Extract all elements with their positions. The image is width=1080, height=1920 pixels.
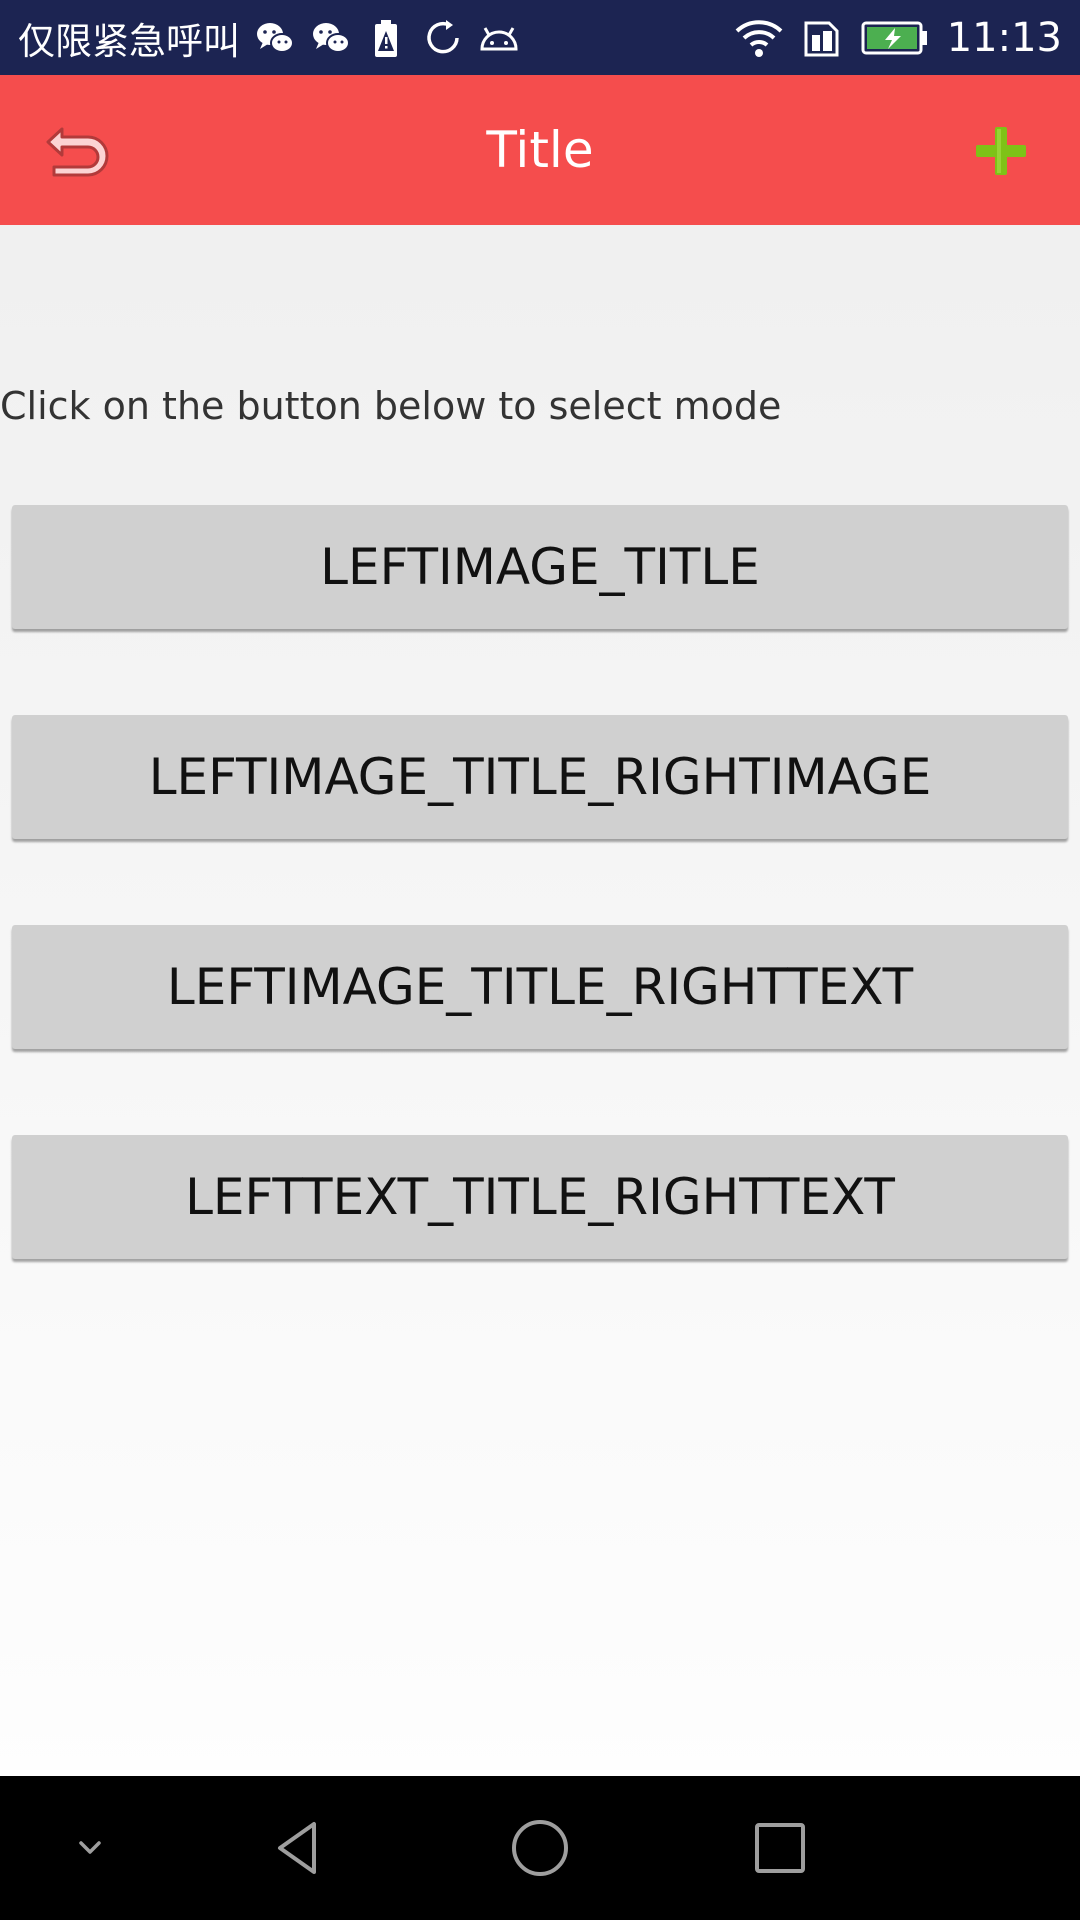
page-title: Title xyxy=(486,121,594,179)
nav-recent-button[interactable] xyxy=(720,1776,840,1920)
app-bar: Title xyxy=(0,75,1080,225)
wechat-icon xyxy=(254,17,296,59)
carrier-text: 仅限紧急呼叫 xyxy=(18,19,240,63)
select-mode-hint: Click on the button below to select mode xyxy=(0,384,782,428)
back-button[interactable] xyxy=(40,115,120,185)
chevron-down-icon xyxy=(79,1841,101,1854)
status-left: 仅限紧急呼叫 xyxy=(18,0,520,75)
nav-back-icon xyxy=(278,1822,316,1874)
nav-home-button[interactable] xyxy=(480,1776,600,1920)
sim-icon xyxy=(801,17,843,59)
status-right: 11:13 xyxy=(735,0,1062,75)
nav-home-icon xyxy=(512,1820,568,1876)
android-icon xyxy=(478,17,520,59)
plus-icon xyxy=(976,127,1026,175)
add-button[interactable] xyxy=(972,125,1030,177)
nav-recent-icon xyxy=(755,1823,805,1873)
wechat-icon xyxy=(310,17,352,59)
mode-button-leftimage-title[interactable]: LEFTIMAGE_TITLE xyxy=(12,505,1068,629)
hide-nav-button[interactable] xyxy=(30,1776,150,1920)
navigation-bar xyxy=(0,1776,1080,1920)
battery-charging-icon xyxy=(861,17,929,59)
mode-button-leftimage-title-rightimage[interactable]: LEFTIMAGE_TITLE_RIGHTIMAGE xyxy=(12,715,1068,839)
status-bar: 仅限紧急呼叫 11:13 xyxy=(0,0,1080,75)
mode-button-lefttext-title-righttext[interactable]: LEFTTEXT_TITLE_RIGHTTEXT xyxy=(12,1135,1068,1259)
mode-button-leftimage-title-righttext[interactable]: LEFTIMAGE_TITLE_RIGHTTEXT xyxy=(12,925,1068,1049)
wifi-icon xyxy=(735,17,783,59)
battery-alert-icon xyxy=(366,17,408,59)
back-arrow-icon xyxy=(46,127,109,177)
sync-icon xyxy=(422,17,464,59)
clock: 11:13 xyxy=(946,14,1062,61)
nav-back-button[interactable] xyxy=(240,1776,360,1920)
